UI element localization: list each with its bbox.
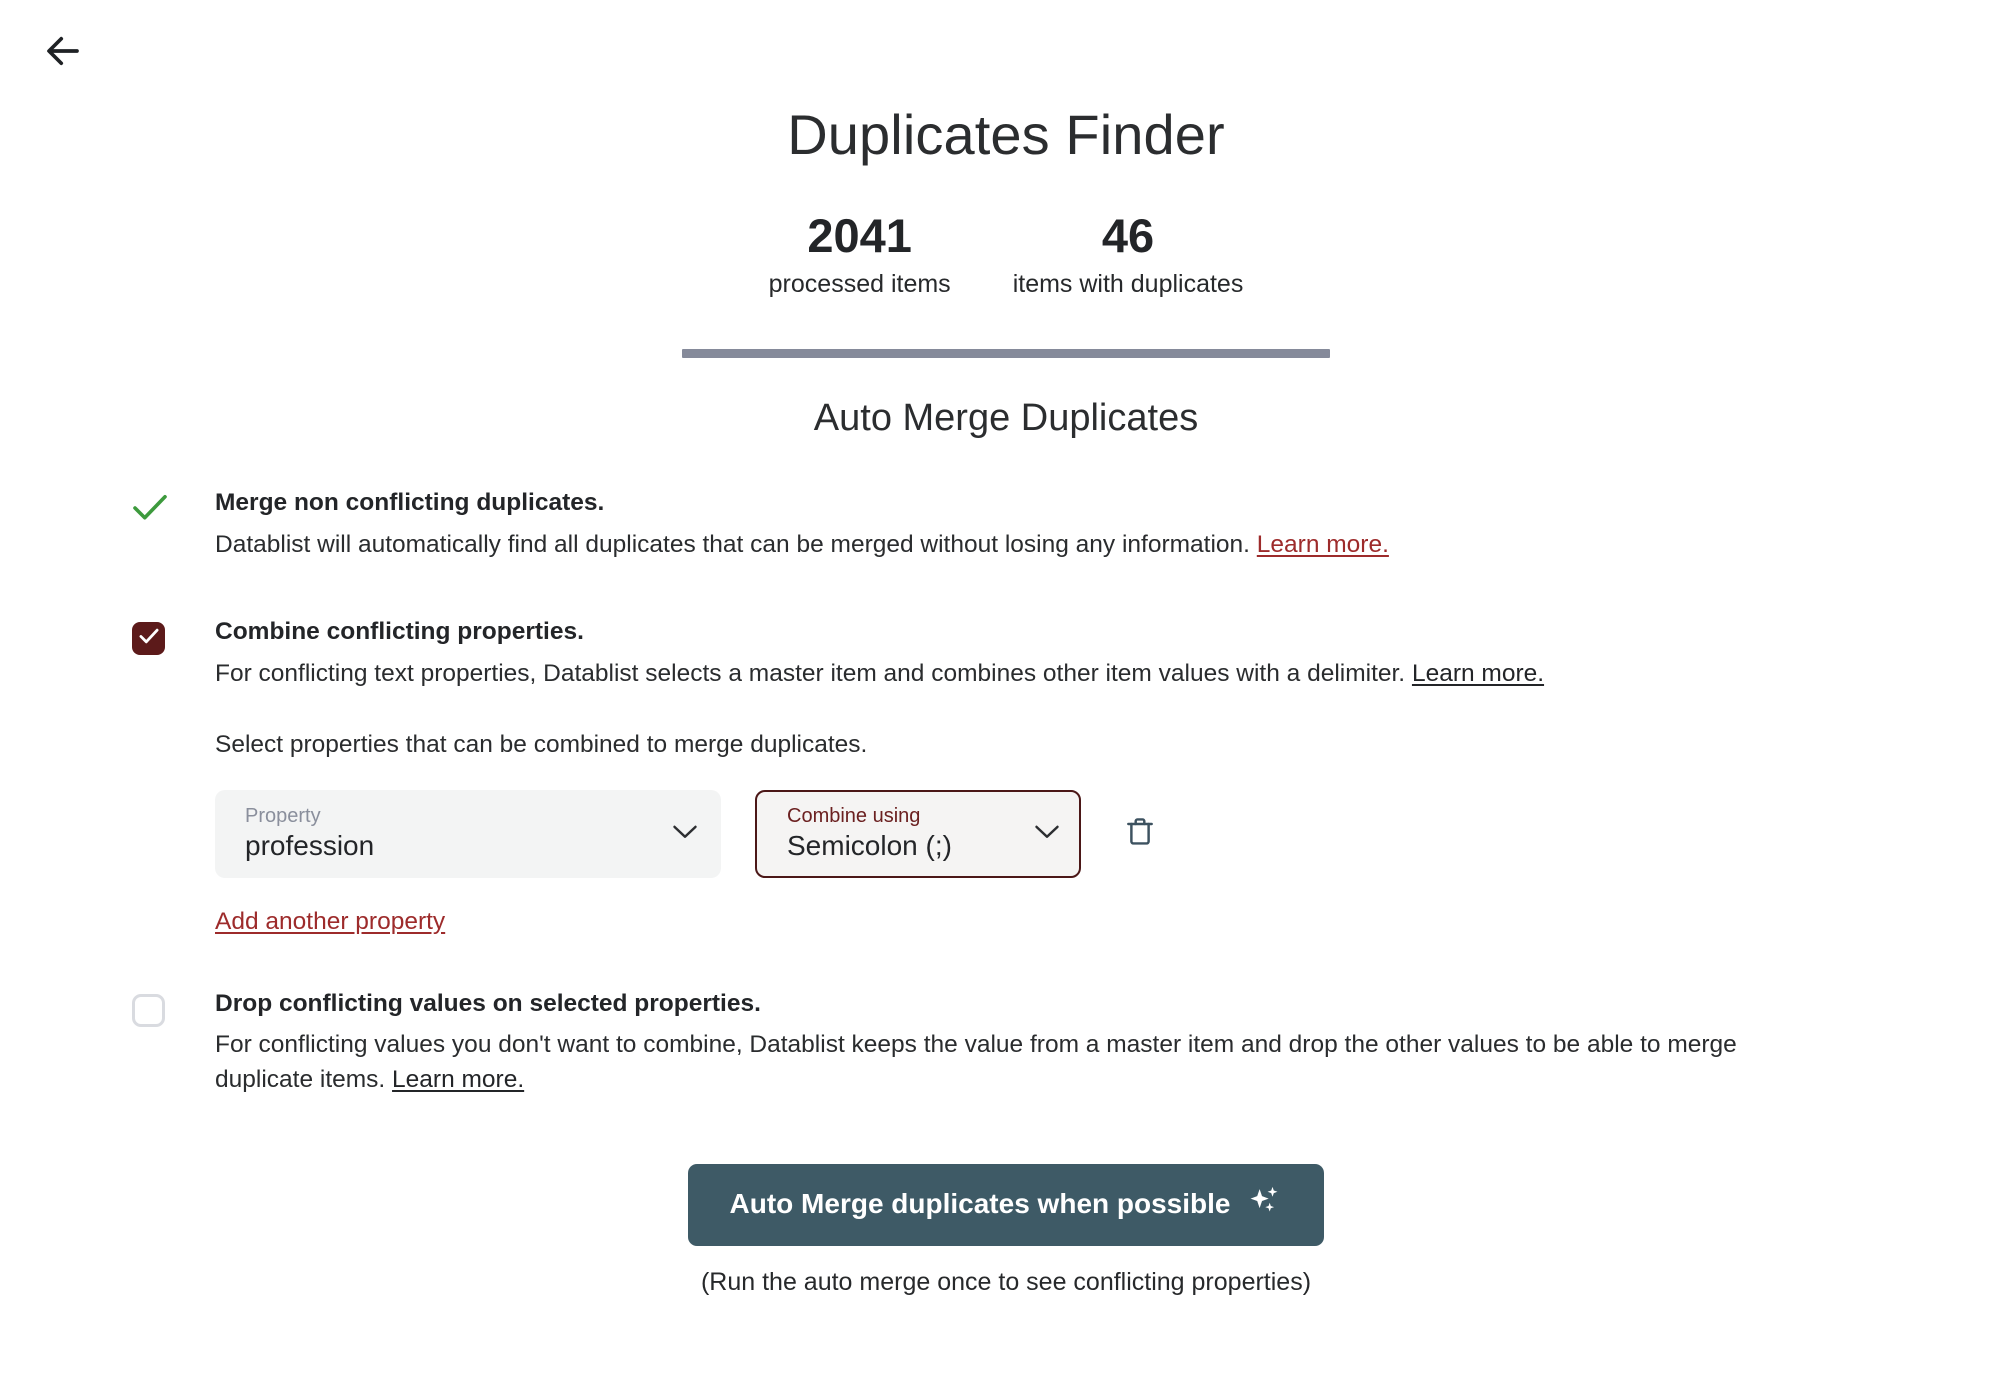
option-description: Datablist will automatically find all du…	[215, 528, 1720, 563]
option-body: Drop conflicting values on selected prop…	[215, 988, 1899, 1098]
learn-more-link[interactable]: Learn more.	[1412, 660, 1544, 687]
stat-label: processed items	[768, 270, 951, 299]
options-list: Merge non conflicting duplicates. Databl…	[113, 441, 1899, 1098]
property-select-value: profession	[245, 830, 375, 862]
sparkles-icon	[1248, 1184, 1282, 1225]
section-title: Auto Merge Duplicates	[813, 396, 1199, 439]
stat-items-with-duplicates: 46 items with duplicates	[1012, 208, 1244, 301]
delimiter-select-label: Combine using	[787, 805, 921, 828]
option-description-text: Datablist will automatically find all du…	[215, 530, 1250, 558]
delimiter-select[interactable]: Combine using Semicolon (;)	[755, 789, 1081, 878]
option-body: Merge non conflicting duplicates. Databl…	[215, 487, 1899, 562]
learn-more-link[interactable]: Learn more.	[1257, 531, 1389, 558]
option-heading: Drop conflicting values on selected prop…	[215, 989, 761, 1017]
checkbox-drop-conflicting[interactable]	[132, 993, 165, 1027]
back-button[interactable]	[30, 20, 96, 82]
property-select-label: Property	[245, 805, 321, 828]
property-row: Property profession Combine using Semico…	[215, 789, 1891, 878]
trash-icon	[1125, 816, 1155, 851]
delimiter-select-value: Semicolon (;)	[787, 830, 952, 862]
footer-note: (Run the auto merge once to see conflict…	[700, 1267, 1312, 1296]
footer-actions: Auto Merge duplicates when possible (Run…	[0, 1163, 2012, 1298]
section-divider	[682, 348, 1330, 358]
stat-value: 46	[1101, 208, 1155, 262]
option-marker	[123, 487, 215, 523]
stat-value: 2041	[807, 208, 912, 262]
property-select[interactable]: Property profession	[215, 789, 721, 878]
add-property-wrap: Add another property	[215, 908, 1891, 936]
option-marker	[123, 616, 215, 656]
auto-merge-button[interactable]: Auto Merge duplicates when possible	[687, 1163, 1325, 1246]
combine-properties-panel: Select properties that can be combined t…	[215, 728, 1891, 936]
option-heading: Merge non conflicting duplicates.	[215, 489, 605, 517]
add-another-property-link[interactable]: Add another property	[215, 908, 445, 935]
option-combine-conflicting: Combine conflicting properties. For conf…	[123, 616, 1899, 935]
option-description: For conflicting text properties, Databli…	[215, 657, 1720, 692]
page-title: Duplicates Finder	[787, 103, 1225, 166]
stat-label: items with duplicates	[1012, 270, 1244, 299]
arrow-left-icon	[42, 30, 84, 72]
checkmark-icon	[138, 627, 160, 650]
combine-instruction: Select properties that can be combined t…	[215, 730, 868, 758]
option-body: Combine conflicting properties. For conf…	[215, 616, 1899, 935]
chevron-down-icon	[1033, 822, 1061, 845]
option-description: For conflicting values you don't want to…	[215, 1028, 1755, 1098]
chevron-down-icon	[671, 822, 699, 845]
delete-property-button[interactable]	[1117, 808, 1163, 859]
learn-more-link[interactable]: Learn more.	[392, 1066, 524, 1093]
option-marker	[123, 988, 215, 1027]
option-heading: Combine conflicting properties.	[215, 618, 584, 646]
checkbox-combine-conflicting[interactable]	[132, 622, 165, 656]
stats-row: 2041 processed items 46 items with dupli…	[0, 208, 2012, 301]
option-merge-non-conflicting: Merge non conflicting duplicates. Databl…	[123, 487, 1899, 562]
check-icon	[132, 493, 168, 523]
duplicates-finder-page: Duplicates Finder 2041 processed items 4…	[0, 0, 2012, 1298]
stat-processed-items: 2041 processed items	[768, 208, 951, 301]
option-description-text: For conflicting text properties, Databli…	[215, 659, 1406, 687]
auto-merge-button-label: Auto Merge duplicates when possible	[729, 1187, 1231, 1219]
option-drop-conflicting: Drop conflicting values on selected prop…	[123, 988, 1899, 1098]
